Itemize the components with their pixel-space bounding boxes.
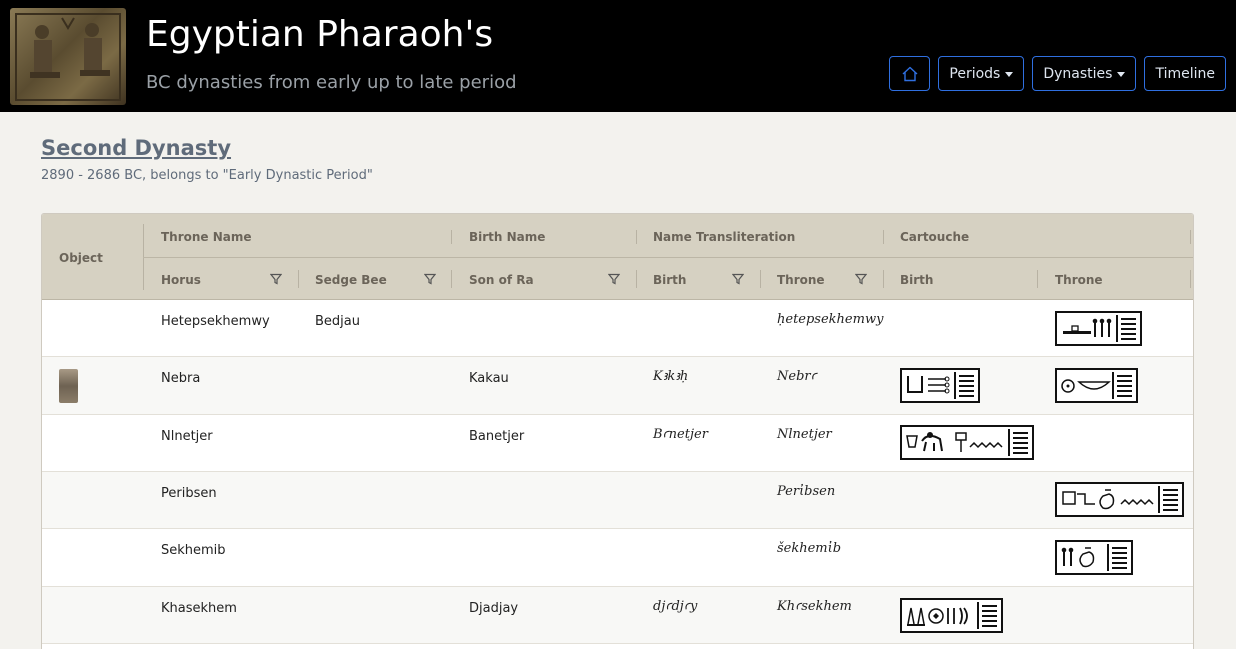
table-row[interactable]: Khasekhem Djadjay djꜥdjꜥy Khꜥsekhem: [42, 587, 1193, 644]
cell-horus: Peribsen: [161, 486, 217, 501]
pharaoh-table: Object Throne Name Birth Name Name Trans…: [41, 213, 1194, 649]
periods-dropdown[interactable]: Periods: [938, 56, 1025, 91]
header-birth-name[interactable]: Birth Name: [469, 230, 545, 244]
cell-horus: Sekhemib: [161, 543, 226, 558]
cell-translit-throne: Nebrꜥ: [777, 369, 817, 384]
pharaoh-relief-image[interactable]: [10, 8, 126, 105]
home-icon: [902, 66, 918, 81]
header-object[interactable]: Object: [59, 251, 103, 265]
header-cartouche-birth[interactable]: Birth: [900, 273, 933, 287]
periods-label: Periods: [949, 65, 1001, 82]
filter-icon[interactable]: [732, 273, 744, 285]
cell-horus: Nlnetjer: [161, 429, 213, 444]
cell-translit-throne: Khꜥsekhem: [777, 599, 852, 614]
object-thumbnail[interactable]: [59, 369, 78, 403]
birth-cartouche-image[interactable]: [900, 425, 1034, 460]
site-title: Egyptian Pharaoh's: [146, 14, 494, 55]
throne-cartouche-image[interactable]: [1055, 368, 1138, 403]
table-row[interactable]: Peribsen Perἰbsen: [42, 472, 1193, 529]
cell-horus: Hetepsekhemwy: [161, 314, 270, 329]
cell-translit-birth: Kꜣkꜣḥ: [653, 369, 689, 384]
dynasty-title[interactable]: Second Dynasty: [41, 136, 231, 160]
dynasties-label: Dynasties: [1043, 65, 1113, 82]
header-name-transliteration[interactable]: Name Transliteration: [653, 230, 795, 244]
filter-icon[interactable]: [608, 273, 620, 285]
header-translit-throne[interactable]: Throne: [777, 273, 825, 287]
header-cartouche[interactable]: Cartouche: [900, 230, 969, 244]
main-nav: Periods Dynasties Timeline: [889, 56, 1226, 91]
header-sedge-bee[interactable]: Sedge Bee: [315, 273, 387, 287]
header-horus[interactable]: Horus: [161, 273, 201, 287]
dynasty-subtitle: 2890 - 2686 BC, belongs to "Early Dynast…: [41, 168, 373, 183]
birth-cartouche-image[interactable]: [900, 598, 1003, 633]
header-throne-name[interactable]: Throne Name: [161, 230, 252, 244]
cell-son-of-ra: Banetjer: [469, 429, 525, 444]
timeline-button[interactable]: Timeline: [1144, 56, 1226, 91]
header-cartouche-throne[interactable]: Throne: [1055, 273, 1103, 287]
throne-cartouche-image[interactable]: [1055, 540, 1133, 575]
site-subtitle: BC dynasties from early up to late perio…: [146, 72, 517, 93]
cell-horus: Khasekhem: [161, 601, 237, 616]
cell-translit-birth: djꜥdjꜥy: [653, 599, 698, 614]
header-son-of-ra[interactable]: Son of Ra: [469, 273, 534, 287]
filter-icon[interactable]: [270, 273, 282, 285]
cell-translit-throne: Perἰbsen: [777, 484, 836, 499]
cell-son-of-ra: Kakau: [469, 371, 509, 386]
cell-horus: Nebra: [161, 371, 201, 386]
cell-son-of-ra: Djadjay: [469, 601, 519, 616]
home-button[interactable]: [889, 56, 931, 91]
cell-translit-throne: šekhemἰb: [777, 541, 842, 556]
caret-down-icon: [1005, 71, 1014, 77]
header-translit-birth[interactable]: Birth: [653, 273, 686, 287]
filter-icon[interactable]: [855, 273, 867, 285]
dynasties-dropdown[interactable]: Dynasties: [1032, 56, 1137, 91]
cell-translit-birth: Bꜥnetjer: [653, 427, 708, 442]
table-row[interactable]: Nebra Kakau Kꜣkꜣḥ Nebrꜥ: [42, 357, 1193, 415]
caret-down-icon: [1117, 71, 1126, 77]
filter-icon[interactable]: [424, 273, 436, 285]
cell-translit-throne: ḥetepsekhemwy: [777, 312, 884, 327]
cell-sedge-bee: Bedjau: [315, 314, 360, 329]
table-row[interactable]: Nlnetjer Banetjer Bꜥnetjer Nlnetjer: [42, 415, 1193, 472]
table-header: Object Throne Name Birth Name Name Trans…: [42, 214, 1193, 300]
birth-cartouche-image[interactable]: [900, 368, 980, 403]
throne-cartouche-image[interactable]: [1055, 482, 1184, 517]
throne-cartouche-image[interactable]: [1055, 311, 1142, 346]
site-header: Egyptian Pharaoh's BC dynasties from ear…: [0, 0, 1236, 112]
timeline-label: Timeline: [1155, 65, 1215, 82]
table-row[interactable]: Hetepsekhemwy Bedjau ḥetepsekhemwy: [42, 300, 1193, 357]
table-row[interactable]: Sekhemib šekhemἰb: [42, 529, 1193, 587]
cell-translit-throne: Nlnetjer: [777, 427, 832, 442]
